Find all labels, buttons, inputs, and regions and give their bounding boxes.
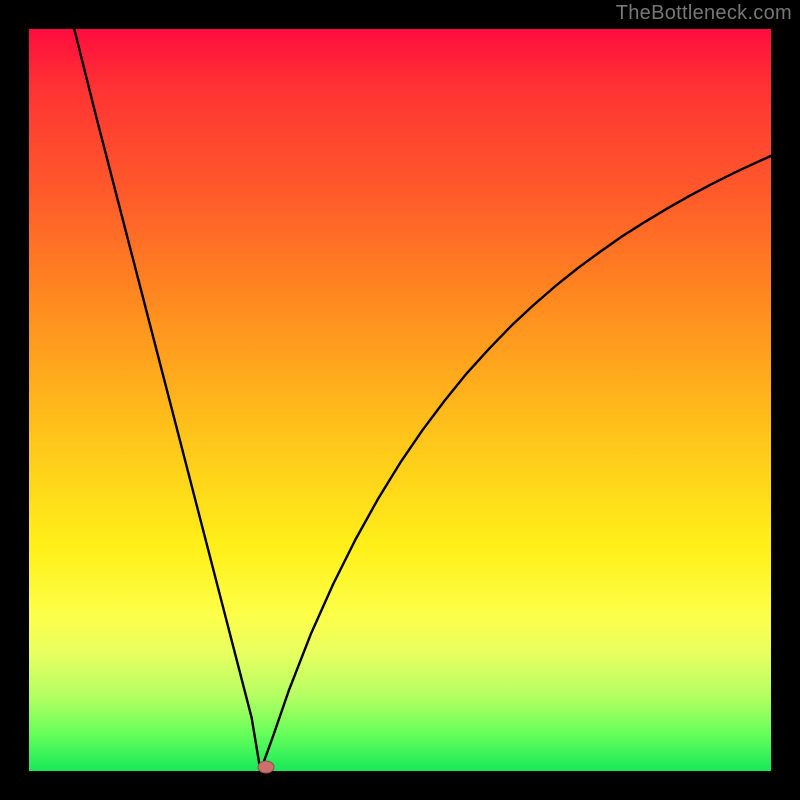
curve-svg	[29, 29, 771, 771]
chart-frame: TheBottleneck.com	[0, 0, 800, 800]
plot-area	[29, 29, 771, 771]
minimum-marker	[258, 761, 275, 774]
watermark-label: TheBottleneck.com	[616, 2, 792, 25]
bottleneck-curve	[74, 29, 771, 771]
